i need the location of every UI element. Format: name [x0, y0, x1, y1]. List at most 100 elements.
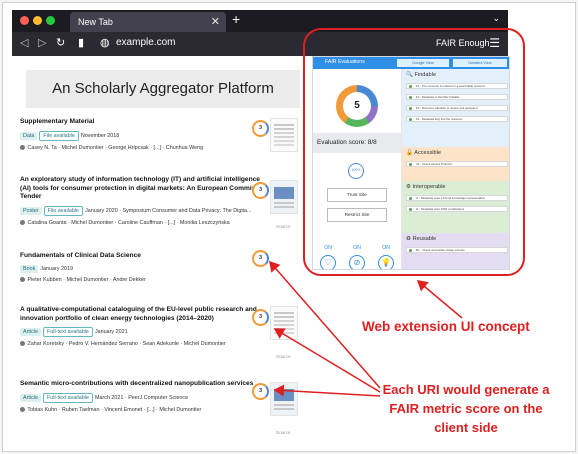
fair-metric-item[interactable]: A1 - Check Access Protocol	[406, 161, 508, 167]
restrict-site-label: Restrict Site	[344, 212, 370, 217]
paper-tags: Article Full-text available March 2021 · P…	[20, 392, 270, 403]
close-window-button[interactable]	[20, 16, 29, 25]
address-bar[interactable]: example.com	[116, 37, 175, 48]
evaluation-score-text: Evaluation score: 8/8	[317, 139, 377, 146]
fair-score-badge[interactable]: 3	[252, 120, 269, 137]
check-icon	[409, 163, 412, 166]
fair-metric-item[interactable]: I2 - Metadata uses FAIR vocabularies	[406, 206, 508, 212]
fair-section-title: Accessible	[414, 150, 441, 156]
fair-metric-item[interactable]: F3 - Resource Identifier is unique and p…	[406, 105, 508, 111]
restrict-site-button[interactable]: Restrict Site	[327, 208, 387, 222]
paper-tag: Data	[20, 131, 38, 140]
heart-shield-icon[interactable]: ♡	[320, 255, 336, 269]
fair-metric-item[interactable]: F2 - Metadata is identifier findable	[406, 94, 508, 100]
fair-metric-item[interactable]: F1 - The resource is indexed in a search…	[406, 83, 508, 89]
paper-item: Supplementary Material Data File available…	[20, 118, 270, 151]
paper-thumbnail[interactable]	[270, 180, 298, 214]
tab-detailed-view[interactable]: Detailed View	[453, 59, 507, 67]
paper-thumbnail[interactable]	[270, 118, 298, 152]
browser-tab[interactable]: New Tab ✕	[70, 12, 226, 32]
findable-icon: 🔍	[406, 72, 413, 78]
trust-site-button[interactable]: Trust Site	[327, 188, 387, 202]
site-info-icon[interactable]: ◍	[100, 36, 110, 49]
extension-annotation: Web extension UI concept	[362, 319, 530, 334]
lightbulb-icon[interactable]: 💡	[378, 255, 394, 269]
fair-score-badge[interactable]: 3	[252, 250, 269, 267]
fair-section-header[interactable]: ♻ Reusable	[402, 233, 509, 245]
tab-title: New Tab	[78, 17, 113, 27]
fair-score-badge[interactable]: 3	[252, 182, 269, 199]
check-icon	[409, 249, 412, 252]
fair-metric-item[interactable]: I1 - Metadata uses a formal knowledge re…	[406, 195, 508, 201]
paper-title[interactable]: Supplementary Material	[20, 118, 270, 127]
paper-tags: Poster File available January 2020 · Sympo…	[20, 205, 270, 216]
author-list[interactable]: Zahar Koretsky · Pedro V. Hernández Serr…	[28, 341, 226, 347]
bookmark-icon[interactable]: ▮	[78, 36, 84, 49]
fair-score-value: 5	[343, 92, 371, 120]
accessible-icon: 🔓	[406, 150, 413, 156]
paper-meta: January 2019	[40, 265, 73, 272]
paper-thumbnail[interactable]	[270, 306, 298, 340]
author-list[interactable]: Casey N. Ta · Michel Dumontier · George …	[28, 145, 204, 151]
fair-principles-panel: 🔍 Findable F1 - The resource is indexed i…	[401, 69, 509, 269]
fair-metric-item[interactable]: R1 - Check accessible Usage License	[406, 247, 508, 253]
fair-section-title: Interoperable	[412, 184, 446, 190]
paper-authors: Catalina Goanta · Michel Dumontier · Car…	[20, 220, 270, 226]
reload-icon[interactable]: ↻	[56, 36, 65, 49]
author-list[interactable]: Catalina Goanta · Michel Dumontier · Car…	[28, 220, 230, 226]
block-icon[interactable]: ⊘	[349, 255, 365, 269]
fair-section-title: Findable	[414, 72, 436, 78]
fair-section-title: Reusable	[412, 236, 437, 242]
check-icon	[409, 208, 412, 211]
paper-authors: Tobias Kuhn · Ruben Taelman · Vincent Em…	[20, 407, 270, 413]
popup-header: FAIR Evaluations Google View Detailed Vi…	[313, 57, 509, 69]
fair-score-badge[interactable]: 3	[252, 383, 269, 400]
avatar	[20, 341, 25, 347]
fair-metric-item[interactable]: F4 - Metadata fully find the resource	[406, 116, 508, 122]
paper-title[interactable]: An exploratory study of information tech…	[20, 176, 270, 202]
fair-section-reusable: ♻ Reusable R1 - Check accessible Usage Li…	[402, 233, 509, 269]
fair-metric-label: F1 - The resource is indexed in a search…	[416, 84, 486, 88]
source-label: Source	[276, 224, 291, 229]
fair-score-badge[interactable]: 3	[252, 309, 269, 326]
paper-item: Semantic micro-contributions with decent…	[20, 380, 270, 413]
evaluation-bar: Evaluation score: 8/8	[313, 133, 401, 153]
fair-metric-label: R1 - Check accessible Usage License	[416, 248, 465, 252]
author-list[interactable]: Tobias Kuhn · Ruben Taelman · Vincent Em…	[27, 407, 201, 413]
paper-tag: File available	[39, 130, 79, 141]
toggle-label: ON	[324, 245, 332, 251]
paper-title[interactable]: Fundamentals of Clinical Data Science	[20, 252, 270, 261]
paper-meta: March 2021 · PeerJ Computer Science	[94, 394, 189, 401]
minimize-window-button[interactable]	[33, 16, 42, 25]
fair-section-header[interactable]: 🔍 Findable	[402, 69, 509, 81]
fair-section-header[interactable]: 🔓 Accessible	[402, 147, 509, 159]
paper-authors: Zahar Koretsky · Pedro V. Hernández Serr…	[20, 341, 270, 347]
author-list[interactable]: Pieter Kubben · Michel Dumontier · Andre…	[28, 277, 146, 283]
close-icon[interactable]: ✕	[211, 12, 220, 32]
popup-title: FAIR Evaluations	[325, 59, 365, 65]
paper-tags: Book January 2019	[20, 264, 270, 273]
paper-thumbnail[interactable]	[270, 382, 298, 416]
avatar	[20, 144, 25, 150]
tab-list-button[interactable]: ⌄	[492, 13, 500, 24]
paper-title[interactable]: A qualitative-computational cataloguing …	[20, 306, 270, 323]
popup-summary: 5 Evaluation score: 8/8 100% Trust Site …	[313, 69, 401, 269]
trust-site-label: Trust Site	[347, 192, 367, 197]
fair-score-ring: 5	[336, 85, 378, 127]
source-label: Source	[276, 354, 291, 359]
paper-meta: January 2020 · Symposium Consumer and Da…	[85, 207, 252, 214]
paper-tag: Article	[20, 328, 41, 336]
forward-icon[interactable]: ▷	[38, 36, 46, 49]
fair-metric-label: I1 - Metadata uses a formal knowledge re…	[416, 196, 486, 200]
paper-tag: Book	[20, 264, 39, 273]
tab-google-view[interactable]: Google View	[397, 59, 449, 67]
paper-title[interactable]: Semantic micro-contributions with decent…	[20, 380, 270, 389]
check-icon	[409, 197, 412, 200]
fair-metric-label: F4 - Metadata fully find the resource	[416, 117, 463, 121]
back-icon[interactable]: ◁	[20, 36, 28, 49]
maximize-window-button[interactable]	[46, 16, 55, 25]
new-tab-button[interactable]: +	[232, 11, 240, 27]
fair-section-header[interactable]: ⚙ Interoperable	[402, 181, 509, 193]
fair-metric-label: A1 - Check Access Protocol	[416, 162, 452, 166]
fair-popup: FAIR Evaluations Google View Detailed Vi…	[312, 56, 510, 270]
